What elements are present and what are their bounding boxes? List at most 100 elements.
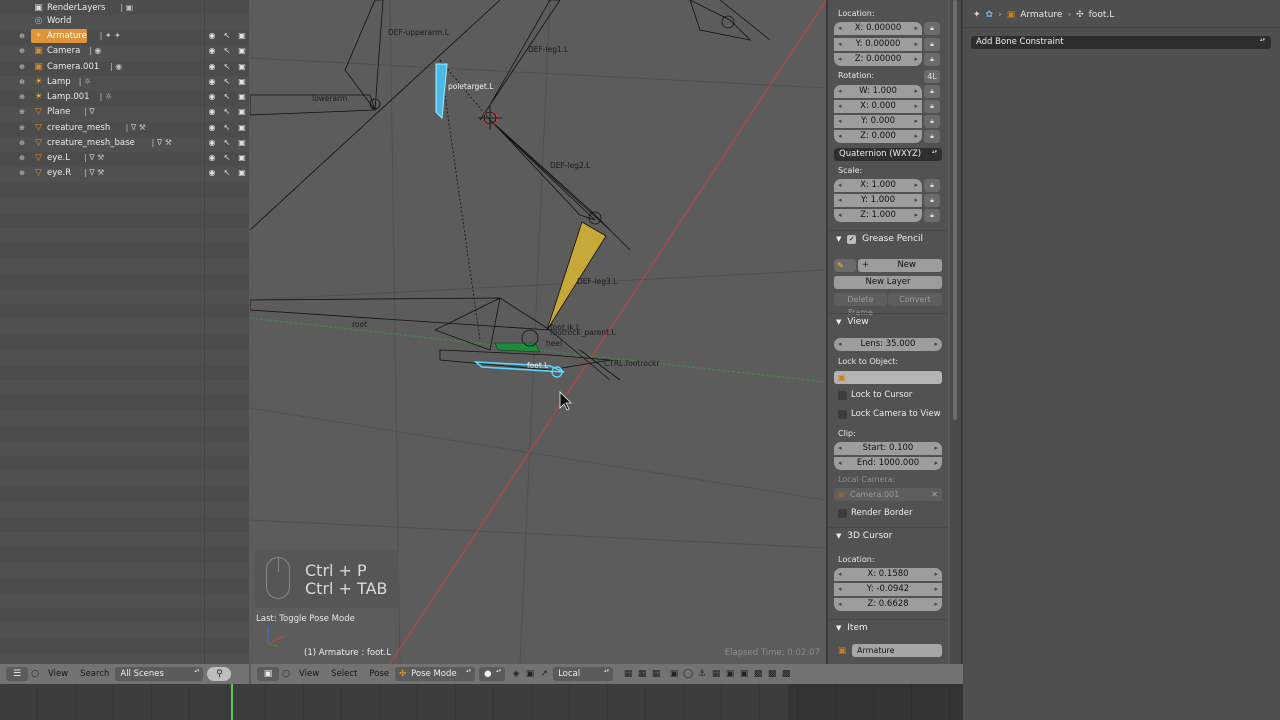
outliner-item[interactable]: ⊕ ▣ Camera.001 | ◉ ◉ ↖ ▣: [0, 59, 249, 74]
pivot-point-icon[interactable]: ◈: [509, 667, 523, 681]
outliner-search-menu[interactable]: Search: [80, 669, 109, 679]
rotation-y-field[interactable]: Y: 0.000: [834, 115, 922, 128]
outliner-item-name[interactable]: Lamp: [47, 77, 71, 87]
lens-field[interactable]: Lens: 35.000: [834, 338, 942, 351]
scale-y-field[interactable]: Y: 1.000: [834, 194, 922, 207]
outliner-item[interactable]: ⊕ ▽ creature_mesh_base | ∇ ⚒ ◉ ↖ ▣: [0, 135, 249, 150]
rotation-x-field[interactable]: X: 0.000: [834, 100, 922, 113]
render-icon[interactable]: ▣: [723, 667, 737, 681]
camera-render-icon[interactable]: ▣: [237, 107, 247, 117]
layer-grid-icon[interactable]: ▦: [621, 667, 635, 681]
viewport-shading-dropdown[interactable]: ●: [479, 667, 506, 681]
lock-rotation-w-icon[interactable]: 🔒︎: [924, 85, 940, 98]
rotation-4l-toggle[interactable]: 4L: [924, 70, 940, 83]
outliner-item[interactable]: ◎ World: [0, 13, 249, 28]
new-layer-button[interactable]: New Layer: [834, 276, 942, 289]
collapse-menu-icon[interactable]: ○: [28, 667, 42, 681]
outliner-view-menu[interactable]: View: [48, 669, 68, 679]
select-menu[interactable]: Select: [331, 669, 357, 679]
manipulator-icon[interactable]: ▣: [523, 667, 537, 681]
outliner-item[interactable]: ⊕ ▽ eye.L | ∇ ⚒ ◉ ↖ ▣: [0, 150, 249, 165]
copy-pose-icon[interactable]: ▩: [751, 667, 765, 681]
outliner-item-name[interactable]: World: [47, 16, 71, 26]
cursor-select-icon[interactable]: ↖: [222, 107, 232, 117]
cursor-select-icon[interactable]: ↖: [222, 92, 232, 102]
lock-to-cursor-checkbox[interactable]: [838, 391, 847, 400]
editor-type-3dview-icon[interactable]: ▣: [257, 667, 279, 681]
outliner-item[interactable]: ⊕ ✦ Armature | ✦ ✦ ◉ ↖ ▣: [0, 28, 249, 43]
clear-x-icon[interactable]: ✕: [931, 488, 938, 501]
search-icon[interactable]: ⚲: [207, 667, 232, 681]
expand-toggle-icon[interactable]: ⊕: [17, 124, 27, 132]
rotation-mode-dropdown[interactable]: Quaternion (WXYZ): [834, 148, 942, 161]
paste-pose-icon[interactable]: ▩: [765, 667, 779, 681]
item-panel-header[interactable]: ▼ Item: [828, 619, 948, 635]
eye-icon[interactable]: ◉: [207, 46, 217, 56]
outliner-item-name[interactable]: Lamp.001: [47, 92, 90, 102]
expand-toggle-icon[interactable]: ⊕: [17, 78, 27, 86]
location-y-field[interactable]: Y: 0.00000: [834, 38, 922, 51]
outliner-item[interactable]: ⊕ ☀ Lamp | ☼ ◉ ↖ ▣: [0, 74, 249, 89]
outliner-item-name[interactable]: creature_mesh_base: [47, 138, 135, 148]
opengl-render-icon[interactable]: ▣: [737, 667, 751, 681]
outliner-item[interactable]: ⊕ ▽ creature_mesh | ∇ ⚒ ◉ ↖ ▣: [0, 120, 249, 135]
grease-pencil-panel-header[interactable]: ▼ ✓ Grease Pencil: [828, 230, 948, 246]
eye-icon[interactable]: ◉: [207, 138, 217, 148]
outliner-item-name[interactable]: creature_mesh: [47, 123, 110, 133]
convert-button[interactable]: Convert: [888, 293, 942, 306]
transform-orientation-dropdown[interactable]: Local: [553, 667, 614, 681]
lock-location-x-icon[interactable]: 🔒︎: [924, 22, 940, 35]
bone-poletarget[interactable]: [435, 63, 448, 120]
eye-icon[interactable]: ◉: [207, 107, 217, 117]
camera-render-icon[interactable]: ▣: [237, 46, 247, 56]
expand-toggle-icon[interactable]: ⊕: [17, 169, 27, 177]
timeline-playhead[interactable]: [231, 684, 233, 720]
scale-x-field[interactable]: X: 1.000: [834, 179, 922, 192]
cursor-select-icon[interactable]: ↖: [222, 153, 232, 163]
paste-flipped-icon[interactable]: ▩: [779, 667, 793, 681]
translate-manipulator-icon[interactable]: ↗: [537, 667, 551, 681]
camera-render-icon[interactable]: ▣: [237, 92, 247, 102]
cursor-select-icon[interactable]: ↖: [222, 62, 232, 72]
snap-target-icon[interactable]: ▦: [709, 667, 723, 681]
cursor-select-icon[interactable]: ↖: [222, 138, 232, 148]
clip-end-field[interactable]: End: 1000.000: [834, 457, 942, 470]
camera-render-icon[interactable]: ▣: [237, 62, 247, 72]
grease-pencil-brush-icon[interactable]: ✎: [834, 259, 856, 272]
rotation-z-field[interactable]: Z: 0.000: [834, 130, 922, 143]
display-mode-dropdown[interactable]: All Scenes: [115, 667, 204, 681]
view-panel-header[interactable]: ▼ View: [828, 313, 948, 329]
3d-cursor-panel-header[interactable]: ▼ 3D Cursor: [828, 527, 948, 543]
cursor-z-field[interactable]: Z: 0.6628: [834, 598, 942, 611]
cursor-x-field[interactable]: X: 0.1580: [834, 568, 942, 581]
expand-toggle-icon[interactable]: ⊕: [17, 47, 27, 55]
view-menu[interactable]: View: [299, 669, 319, 679]
lock-to-object-field[interactable]: ▣: [834, 371, 942, 384]
expand-toggle-icon[interactable]: ⊕: [17, 139, 27, 147]
layer-grid-icon[interactable]: ▦: [635, 667, 649, 681]
item-name-field[interactable]: Armature: [852, 644, 942, 657]
eye-icon[interactable]: ◉: [207, 123, 217, 133]
location-x-field[interactable]: X: 0.00000: [834, 22, 922, 35]
eye-icon[interactable]: ◉: [207, 92, 217, 102]
cursor-y-field[interactable]: Y: -0.0942: [834, 583, 942, 596]
lock-location-y-icon[interactable]: 🔒︎: [924, 38, 940, 51]
cursor-select-icon[interactable]: ↖: [222, 77, 232, 87]
cursor-select-icon[interactable]: ↖: [222, 123, 232, 133]
eye-icon[interactable]: ◉: [207, 168, 217, 178]
lock-rotation-x-icon[interactable]: 🔒︎: [924, 100, 940, 113]
timeline-strip[interactable]: [0, 684, 963, 720]
editor-type-icon[interactable]: ☰: [6, 667, 28, 681]
lock-rotation-y-icon[interactable]: 🔒︎: [924, 115, 940, 128]
outliner-item-name[interactable]: RenderLayers: [47, 3, 105, 13]
snap-icon[interactable]: ⚓: [695, 667, 709, 681]
eye-icon[interactable]: ◉: [207, 153, 217, 163]
collapse-menu-icon[interactable]: ○: [279, 667, 293, 681]
expand-toggle-icon[interactable]: ⊕: [17, 93, 27, 101]
cursor-select-icon[interactable]: ↖: [222, 31, 232, 41]
delete-frame-button[interactable]: Delete Frame: [834, 293, 887, 317]
render-border-checkbox[interactable]: [838, 509, 847, 518]
eye-icon[interactable]: ◉: [207, 77, 217, 87]
bone-footrock-parent[interactable]: [494, 342, 541, 353]
eye-icon[interactable]: ◉: [207, 62, 217, 72]
